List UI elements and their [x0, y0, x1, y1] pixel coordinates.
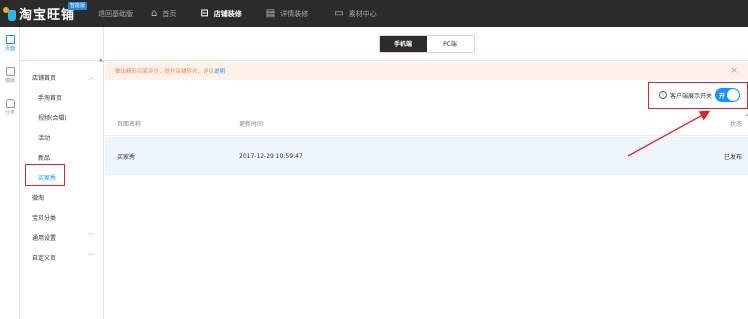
rail-item-category[interactable]: 分类 [0, 91, 20, 123]
sidebar-item-label: 自定义页 [32, 254, 57, 262]
home-icon: ⌂ [151, 7, 158, 19]
nav-shop-decoration-label: 店铺装修 [213, 9, 242, 18]
notice-text: 推出精彩买家评价，提升店铺转化，详见 [115, 69, 215, 75]
sidebar-header-spacer [20, 27, 103, 61]
nav-material-center[interactable]: ▭ 素材中心 [334, 0, 376, 27]
taobao-logo-icon [3, 6, 16, 21]
page-icon [5, 34, 15, 44]
sidebar-item-label: 宝贝分类 [32, 214, 57, 222]
nav-shop-decoration[interactable]: ⊟ 店铺装修 [200, 0, 241, 27]
sidebar-item-label: 视频(合辑) [38, 114, 67, 122]
rail-item-page[interactable]: 页面 [0, 27, 20, 59]
row-page-name: 买家秀 [117, 153, 136, 161]
nav-back-basic-label: 退回基础版 [98, 9, 133, 18]
device-segmented-control: 手机端 PC端 [378, 34, 475, 53]
logo-text: 淘宝旺铺 [19, 8, 76, 23]
nav-detail-decoration[interactable]: ▤ 详情装修 [266, 0, 308, 27]
chevron-down-icon[interactable]: ﹀ [88, 232, 95, 242]
column-header-status: 状态 [729, 121, 742, 128]
nav-back-basic[interactable]: 退回基础版 [98, 0, 133, 27]
shop-icon: ⊟ [200, 7, 209, 19]
tab-pc[interactable]: PC端 [426, 35, 474, 52]
table-row[interactable]: 买家秀 2017-12-29 10:59:47 已发布 [105, 137, 748, 175]
detail-icon: ▤ [265, 7, 276, 19]
sidebar-item-label: 微淘 [32, 194, 45, 202]
category-icon [5, 98, 15, 108]
rail-item-category-label: 分类 [4, 109, 15, 116]
sidebar-item-label: 店铺首页 [32, 74, 57, 82]
logo[interactable]: 淘宝旺铺 智能版 [0, 0, 92, 27]
sidebar-item-label: 新品 [38, 154, 51, 162]
scroll-up-icon[interactable]: ▲ [99, 57, 104, 63]
sidebar-item-custom-page[interactable]: 自定义页 ﹀ [20, 247, 103, 267]
template-icon [5, 66, 15, 76]
top-nav-bar: 淘宝旺铺 智能版 退回基础版 ⌂ 首页 ⊟ 店铺装修 ▤ 详情装修 ▭ 素材中心 [0, 0, 748, 27]
nav-detail-decoration-label: 详情装修 [280, 9, 309, 18]
sidebar-item-label: 手淘首页 [38, 94, 63, 102]
notice-link[interactable]: 说明 [214, 67, 225, 75]
folder-icon: ▭ [334, 7, 344, 19]
row-status: 已发布 [723, 153, 742, 161]
sidebar-item-activity[interactable]: 活动 [20, 127, 103, 147]
tab-mobile[interactable]: 手机端 [379, 35, 427, 52]
nav-home-label: 首页 [162, 9, 177, 18]
sidebar-item-mobile-home[interactable]: 手淘首页 [20, 87, 103, 107]
close-icon[interactable]: × [730, 66, 738, 76]
edition-badge: 智能版 [68, 2, 88, 10]
column-header-name: 页面名称 [117, 121, 142, 128]
table-header: 页面名称 更新时间 状态 [105, 112, 748, 136]
rail-item-page-label: 页面 [4, 45, 15, 52]
sidebar-item-item-category[interactable]: 宝贝分类 [20, 207, 103, 227]
nav-home[interactable]: ⌂ 首页 [151, 0, 176, 27]
main-panel: 手机端 PC端 推出精彩买家评价，提升店铺转化，详见 说明 × i 客户端展示开关… [105, 27, 748, 319]
sidebar-item-label: 活动 [38, 134, 51, 142]
sidebar-item-shop-home[interactable]: 店铺首页 ︿ [20, 67, 103, 87]
highlight-box-buyer-show [25, 164, 65, 186]
icon-rail: 页面 模版 分类 [0, 27, 20, 319]
sidebar-item-general-settings[interactable]: 通用设置 ﹀ [20, 227, 103, 247]
sidebar-item-video[interactable]: 视频(合辑) [20, 107, 103, 127]
chevron-up-icon[interactable]: ︿ [88, 72, 95, 82]
chevron-down-icon[interactable]: ﹀ [88, 252, 95, 262]
device-switch-bar: 手机端 PC端 [105, 27, 748, 61]
notice-banner: 推出精彩买家评价，提升店铺转化，详见 说明 × [105, 62, 748, 80]
sidebar-item-weitao[interactable]: 微淘 [20, 187, 103, 207]
highlight-box-toggle [648, 82, 748, 109]
nav-material-center-label: 素材中心 [348, 9, 377, 18]
sidebar-item-label: 通用设置 [32, 234, 57, 242]
rail-item-template-label: 模版 [4, 77, 15, 84]
column-header-time: 更新时间 [239, 121, 264, 128]
row-update-time: 2017-12-29 10:59:47 [239, 152, 303, 160]
rail-item-template[interactable]: 模版 [0, 59, 20, 91]
